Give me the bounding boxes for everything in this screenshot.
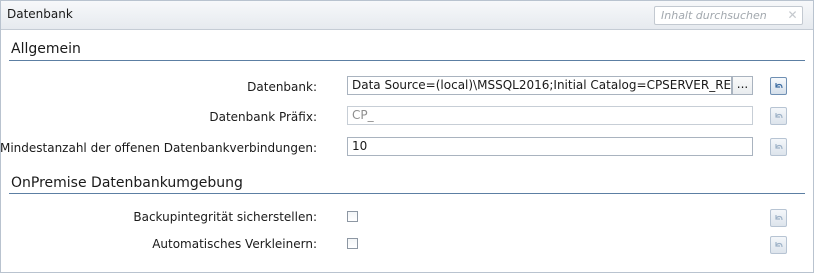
undo-arrow-icon — [775, 113, 783, 119]
section-divider — [9, 193, 805, 194]
undo-arrow-icon — [775, 242, 783, 248]
reset-backup-integrity-button[interactable] — [770, 209, 787, 227]
min-connections-field[interactable]: 10 — [347, 137, 753, 156]
backup-integrity-checkbox[interactable] — [347, 211, 358, 222]
reset-min-connections-button[interactable] — [770, 138, 787, 156]
reset-database-button[interactable] — [770, 77, 787, 95]
reset-auto-shrink-button[interactable] — [770, 236, 787, 254]
search-box[interactable]: ✕ — [654, 6, 803, 25]
panel-titlebar: Datenbank ✕ — [1, 1, 813, 30]
section-divider — [9, 60, 805, 61]
database-label: Datenbank: — [247, 80, 317, 94]
prefix-label: Datenbank Präfix: — [209, 110, 317, 124]
settings-panel: Datenbank ✕ Allgemein Datenbank: Data So… — [0, 0, 814, 273]
section-title-onpremise: OnPremise Datenbankumgebung — [11, 175, 243, 191]
panel-title: Datenbank — [7, 7, 73, 21]
database-connection-field[interactable]: Data Source=(local)\MSSQL2016;Initial Ca… — [347, 76, 732, 95]
search-input[interactable] — [655, 7, 786, 24]
auto-shrink-label: Automatisches Verkleinern: — [152, 237, 317, 251]
auto-shrink-checkbox[interactable] — [347, 238, 358, 249]
undo-arrow-icon — [775, 215, 783, 221]
prefix-field[interactable]: CP_ — [347, 106, 753, 125]
undo-arrow-icon — [775, 83, 783, 89]
reset-prefix-button[interactable] — [770, 107, 787, 125]
section-title-general: Allgemein — [11, 41, 81, 57]
browse-button[interactable]: ... — [732, 76, 753, 95]
backup-integrity-label: Backupintegrität sicherstellen: — [133, 210, 317, 224]
undo-arrow-icon — [775, 144, 783, 150]
close-icon[interactable]: ✕ — [786, 8, 799, 22]
min-connections-label: Mindestanzahl der offenen Datenbankverbi… — [0, 141, 317, 155]
